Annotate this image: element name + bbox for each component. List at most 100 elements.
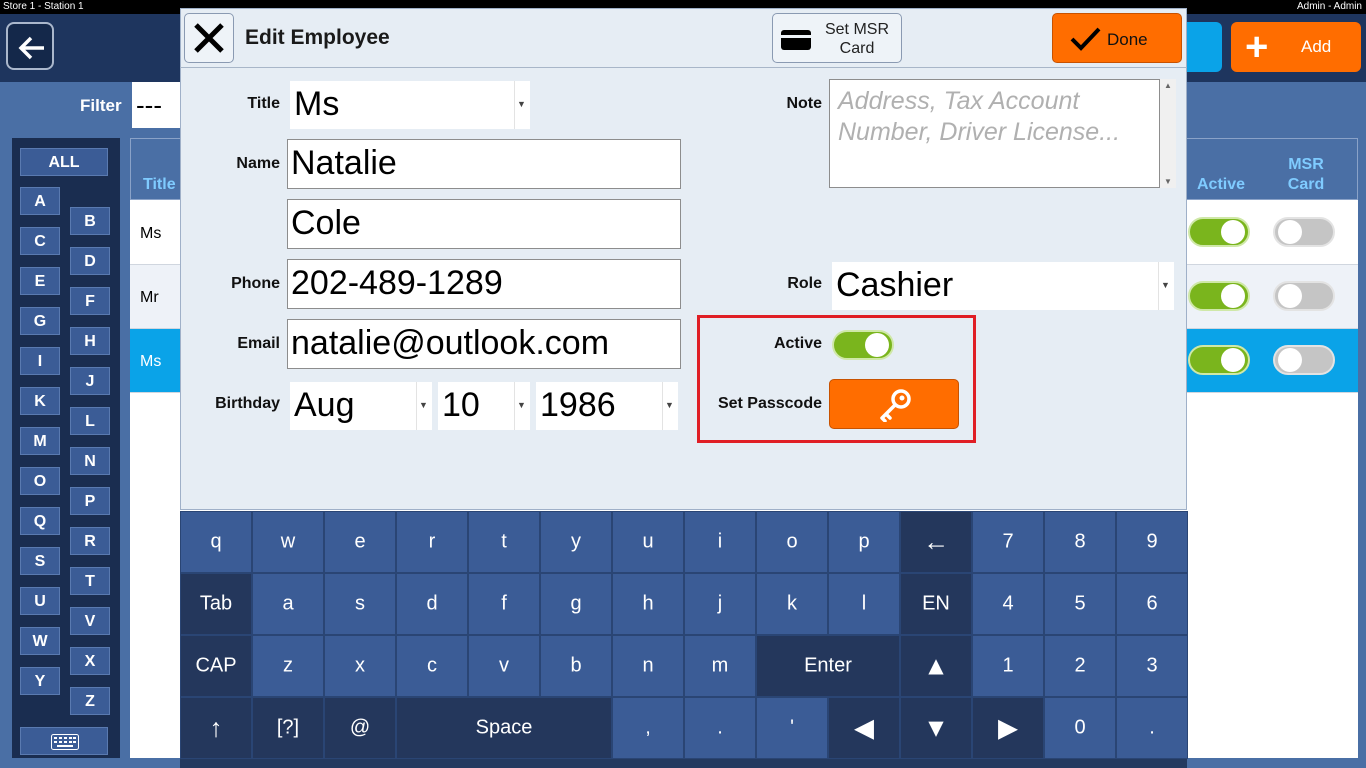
alphabet-button-t[interactable]: T bbox=[70, 567, 110, 595]
key-6[interactable]: 6 bbox=[1116, 573, 1188, 635]
key-s[interactable]: s bbox=[324, 573, 396, 635]
row-msr-toggle[interactable] bbox=[1273, 281, 1335, 311]
key-5[interactable]: 5 bbox=[1044, 573, 1116, 635]
scroll-down-icon[interactable]: ▼ bbox=[1164, 177, 1172, 186]
alphabet-button-p[interactable]: P bbox=[70, 487, 110, 515]
add-employee-button[interactable]: + Add bbox=[1231, 22, 1361, 72]
close-button[interactable] bbox=[184, 13, 234, 63]
role-select[interactable]: Cashier ▼ bbox=[832, 262, 1174, 310]
key-z[interactable]: z bbox=[252, 635, 324, 697]
alphabet-button-i[interactable]: I bbox=[20, 347, 60, 375]
arrow-left-key[interactable]: ◀ bbox=[828, 697, 900, 759]
scroll-up-icon[interactable]: ▲ bbox=[1164, 81, 1172, 90]
at-key[interactable]: @ bbox=[324, 697, 396, 759]
key-7[interactable]: 7 bbox=[972, 511, 1044, 573]
note-scrollbar[interactable]: ▲ ▼ bbox=[1160, 79, 1176, 188]
key-a[interactable]: a bbox=[252, 573, 324, 635]
alphabet-button-b[interactable]: B bbox=[70, 207, 110, 235]
column-title[interactable]: Title bbox=[143, 176, 176, 194]
tab-key[interactable]: Tab bbox=[180, 573, 252, 635]
alphabet-button-z[interactable]: Z bbox=[70, 687, 110, 715]
alphabet-button-h[interactable]: H bbox=[70, 327, 110, 355]
row-msr-toggle[interactable] bbox=[1273, 217, 1335, 247]
alphabet-button-n[interactable]: N bbox=[70, 447, 110, 475]
alphabet-button-d[interactable]: D bbox=[70, 247, 110, 275]
key-x[interactable]: x bbox=[324, 635, 396, 697]
title-select[interactable]: Ms ▼ bbox=[290, 81, 530, 129]
first-name-input[interactable]: Natalie bbox=[287, 139, 681, 189]
done-button[interactable]: Done bbox=[1052, 13, 1182, 63]
arrow-up-key[interactable]: ▲ bbox=[900, 635, 972, 697]
alphabet-button-a[interactable]: A bbox=[20, 187, 60, 215]
key-d[interactable]: d bbox=[396, 573, 468, 635]
alphabet-button-s[interactable]: S bbox=[20, 547, 60, 575]
set-passcode-button[interactable] bbox=[829, 379, 959, 429]
key-j[interactable]: j bbox=[684, 573, 756, 635]
alphabet-button-m[interactable]: M bbox=[20, 427, 60, 455]
row-msr-toggle[interactable] bbox=[1273, 345, 1335, 375]
key-r[interactable]: r bbox=[396, 511, 468, 573]
apostrophe-key[interactable]: ' bbox=[756, 697, 828, 759]
arrow-down-key[interactable]: ▼ bbox=[900, 697, 972, 759]
key-w[interactable]: w bbox=[252, 511, 324, 573]
comma-key[interactable]: , bbox=[612, 697, 684, 759]
backspace-key[interactable]: ← bbox=[900, 511, 972, 573]
key-q[interactable]: q bbox=[180, 511, 252, 573]
alphabet-button-c[interactable]: C bbox=[20, 227, 60, 255]
key-p[interactable]: p bbox=[828, 511, 900, 573]
alphabet-button-e[interactable]: E bbox=[20, 267, 60, 295]
language-key[interactable]: EN bbox=[900, 573, 972, 635]
key-2[interactable]: 2 bbox=[1044, 635, 1116, 697]
birth-day-select[interactable]: 10 ▼ bbox=[438, 382, 530, 430]
row-active-toggle[interactable] bbox=[1188, 345, 1250, 375]
active-toggle[interactable] bbox=[832, 330, 894, 360]
enter-key[interactable]: Enter bbox=[756, 635, 900, 697]
alphabet-button-f[interactable]: F bbox=[70, 287, 110, 315]
key-i[interactable]: i bbox=[684, 511, 756, 573]
alphabet-all-button[interactable]: ALL bbox=[20, 148, 108, 176]
key-f[interactable]: f bbox=[468, 573, 540, 635]
set-msr-card-button[interactable]: Set MSR Card bbox=[772, 13, 902, 63]
alphabet-button-r[interactable]: R bbox=[70, 527, 110, 555]
alphabet-button-o[interactable]: O bbox=[20, 467, 60, 495]
keyboard-toggle-button[interactable] bbox=[20, 727, 108, 755]
caps-lock-key[interactable]: CAP bbox=[180, 635, 252, 697]
alphabet-button-x[interactable]: X bbox=[70, 647, 110, 675]
key-1[interactable]: 1 bbox=[972, 635, 1044, 697]
period-key[interactable]: . bbox=[684, 697, 756, 759]
key-0[interactable]: 0 bbox=[1044, 697, 1116, 759]
key-g[interactable]: g bbox=[540, 573, 612, 635]
key-u[interactable]: u bbox=[612, 511, 684, 573]
key-8[interactable]: 8 bbox=[1044, 511, 1116, 573]
alphabet-button-w[interactable]: W bbox=[20, 627, 60, 655]
alphabet-button-u[interactable]: U bbox=[20, 587, 60, 615]
key-4[interactable]: 4 bbox=[972, 573, 1044, 635]
arrow-right-key[interactable]: ▶ bbox=[972, 697, 1044, 759]
key-n[interactable]: n bbox=[612, 635, 684, 697]
alphabet-button-q[interactable]: Q bbox=[20, 507, 60, 535]
last-name-input[interactable]: Cole bbox=[287, 199, 681, 249]
alphabet-button-v[interactable]: V bbox=[70, 607, 110, 635]
back-button[interactable] bbox=[6, 22, 54, 70]
space-key[interactable]: Space bbox=[396, 697, 612, 759]
alphabet-button-g[interactable]: G bbox=[20, 307, 60, 335]
key-e[interactable]: e bbox=[324, 511, 396, 573]
symbols-key[interactable]: [?] bbox=[252, 697, 324, 759]
row-active-toggle[interactable] bbox=[1188, 281, 1250, 311]
key-y[interactable]: y bbox=[540, 511, 612, 573]
row-active-toggle[interactable] bbox=[1188, 217, 1250, 247]
key-h[interactable]: h bbox=[612, 573, 684, 635]
alphabet-button-y[interactable]: Y bbox=[20, 667, 60, 695]
alphabet-button-j[interactable]: J bbox=[70, 367, 110, 395]
key-v[interactable]: v bbox=[468, 635, 540, 697]
birth-month-select[interactable]: Aug ▼ bbox=[290, 382, 432, 430]
column-active[interactable]: Active bbox=[1197, 176, 1257, 194]
key-t[interactable]: t bbox=[468, 511, 540, 573]
shift-key[interactable]: ↑ bbox=[180, 697, 252, 759]
key-3[interactable]: 3 bbox=[1116, 635, 1188, 697]
key-l[interactable]: l bbox=[828, 573, 900, 635]
note-textarea[interactable]: Address, Tax Account Number, Driver Lice… bbox=[829, 79, 1160, 188]
email-input[interactable]: natalie@outlook.com bbox=[287, 319, 681, 369]
numpad-period-key[interactable]: . bbox=[1116, 697, 1188, 759]
phone-input[interactable]: 202-489-1289 bbox=[287, 259, 681, 309]
